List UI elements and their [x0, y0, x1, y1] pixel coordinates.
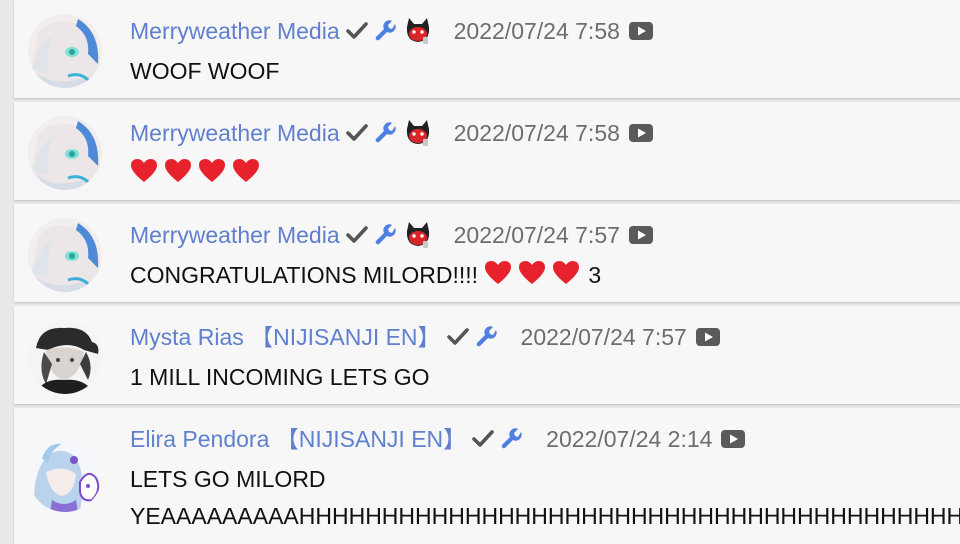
moderator-wrench-icon [374, 121, 398, 145]
heart-icon [518, 260, 546, 294]
mysta-avatar[interactable] [28, 320, 102, 394]
youtube-icon[interactable] [628, 225, 654, 245]
heart-icon [164, 158, 192, 192]
verified-check-icon [446, 327, 469, 347]
message-text-tail: 3 [588, 262, 602, 288]
moderator-wrench-icon [374, 19, 398, 43]
chat-message: Merryweather Media 2022/07/24 7:57 CONGR… [14, 204, 960, 302]
youtube-icon[interactable] [628, 123, 654, 143]
merryweather-avatar[interactable] [28, 218, 102, 292]
timestamp: 2022/07/24 7:57 [453, 222, 620, 248]
verified-check-icon [472, 429, 494, 449]
member-badge-icon [404, 221, 432, 249]
timestamp: 2022/07/24 7:58 [453, 18, 620, 44]
message-text: WOOF WOOF [130, 58, 280, 84]
chat-message: Merryweather Media 2022/07/24 7:58 WOOF … [14, 0, 960, 98]
youtube-icon[interactable] [628, 21, 654, 41]
chat-feed: Merryweather Media 2022/07/24 7:58 WOOF … [0, 0, 960, 544]
message-text-line2: YEAAAAAAAAAHHHHHHHHHHHHHHHHHHHHHHHHHHHHH… [130, 503, 960, 529]
moderator-wrench-icon [500, 427, 524, 451]
member-badge-icon [404, 119, 432, 147]
author-name[interactable]: Merryweather Media [130, 220, 340, 250]
moderator-wrench-icon [374, 223, 398, 247]
timestamp: 2022/07/24 7:58 [453, 120, 620, 146]
author-name[interactable]: Merryweather Media [130, 118, 340, 148]
merryweather-avatar[interactable] [28, 14, 102, 88]
heart-icon [198, 158, 226, 192]
timestamp: 2022/07/24 2:14 [546, 426, 713, 452]
chat-message: Merryweather Media 2022/07/24 7:58 [14, 102, 960, 200]
heart-icon [484, 260, 512, 294]
merryweather-avatar[interactable] [28, 116, 102, 190]
youtube-icon[interactable] [720, 429, 746, 449]
heart-icon [552, 260, 580, 294]
verified-check-icon [345, 21, 368, 41]
heart-icon [130, 158, 158, 192]
author-name[interactable]: Mysta Rias 【NIJISANJI EN】 [130, 322, 441, 352]
message-text: 1 MILL INCOMING LETS GO [130, 364, 430, 390]
message-text-body: CONGRATULATIONS MILORD!!!! [130, 262, 479, 288]
member-badge-icon [404, 17, 432, 45]
message-text [130, 157, 266, 192]
author-name[interactable]: Elira Pendora 【NIJISANJI EN】 [130, 424, 466, 454]
elira-avatar[interactable] [28, 438, 102, 512]
message-text: CONGRATULATIONS MILORD!!!! 3 [130, 259, 601, 294]
chat-message: Mysta Rias 【NIJISANJI EN】 2022/07/24 7:5… [14, 306, 960, 404]
timestamp: 2022/07/24 7:57 [520, 324, 687, 350]
author-name[interactable]: Merryweather Media [130, 16, 340, 46]
moderator-wrench-icon [475, 325, 499, 349]
verified-check-icon [345, 123, 368, 143]
youtube-icon[interactable] [695, 327, 721, 347]
verified-check-icon [345, 225, 368, 245]
chat-message: Elira Pendora 【NIJISANJI EN】 2022/07/24 … [14, 408, 960, 544]
heart-icon [232, 158, 260, 192]
message-text: LETS GO MILORD [130, 466, 326, 492]
